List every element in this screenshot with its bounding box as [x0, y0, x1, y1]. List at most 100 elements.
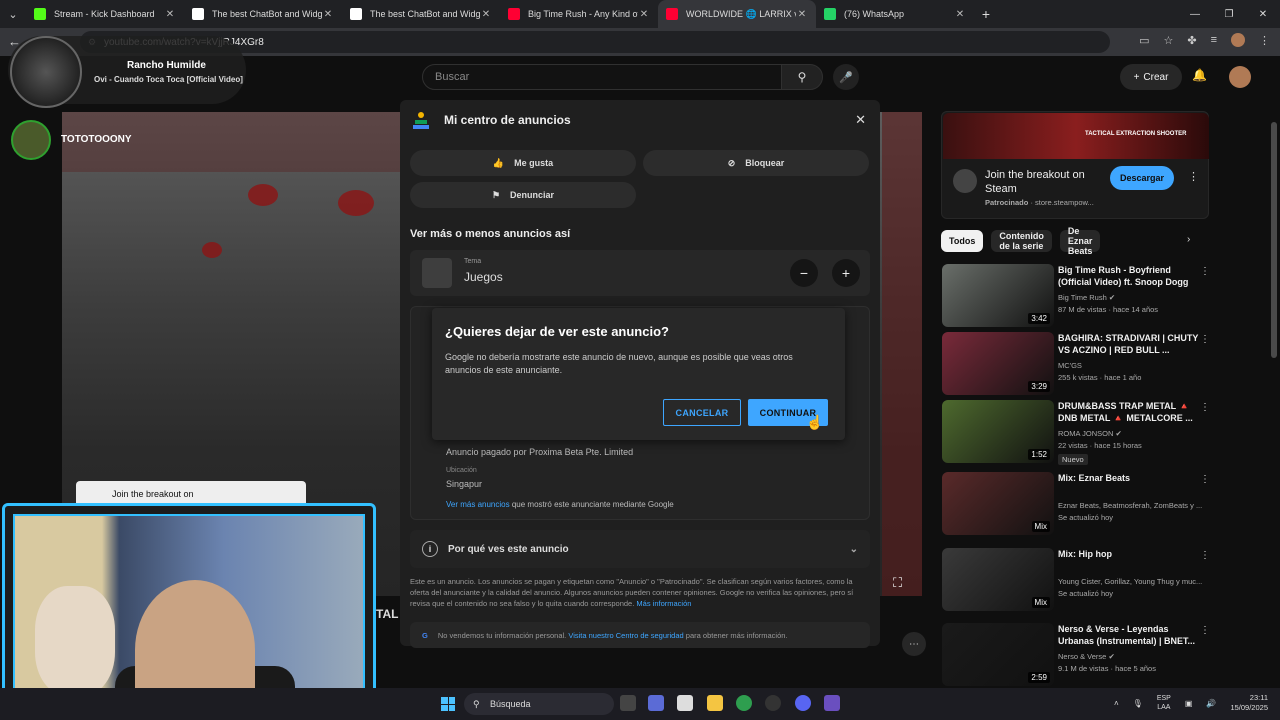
- video-more-button[interactable]: ⋯: [902, 632, 926, 656]
- page-scrollbar[interactable]: [1271, 122, 1277, 358]
- mic-tray-icon[interactable]: 🎙: [1133, 699, 1143, 708]
- recommended-video[interactable]: Mix Mix: Hip hop Young Cister, Gorillaz,…: [941, 548, 1271, 614]
- discord-icon[interactable]: [795, 695, 811, 711]
- fullscreen-icon[interactable]: ⛶: [893, 575, 902, 591]
- language-indicator[interactable]: ESP LAA: [1157, 694, 1171, 712]
- cast-icon[interactable]: ▭: [1139, 34, 1149, 47]
- system-clock[interactable]: 23:11 15/09/2025: [1224, 693, 1268, 713]
- video-frame-detail: [202, 242, 222, 258]
- browser-tab[interactable]: Big Time Rush - Any Kind of Gu✕: [500, 0, 658, 28]
- video-thumbnail[interactable]: 1:52: [942, 400, 1054, 463]
- browser-tab[interactable]: The best ChatBot and Widgets✕: [342, 0, 500, 28]
- browser-tab[interactable]: WORLDWIDE 🌐 LARRIX vs EL✕: [658, 0, 816, 28]
- create-button[interactable]: + Crear: [1120, 64, 1182, 90]
- more-vert-icon[interactable]: ⋮: [1200, 550, 1210, 561]
- block-ad-button[interactable]: ⊘ Bloquear: [643, 150, 869, 176]
- why-this-ad-row[interactable]: i Por qué ves este anuncio ⌄: [410, 530, 870, 568]
- chrome-icon[interactable]: [736, 695, 752, 711]
- copilot-icon[interactable]: [648, 695, 664, 711]
- sponsored-title[interactable]: Join the breakout on Steam: [985, 168, 1105, 196]
- more-vert-icon[interactable]: ⋮: [1200, 625, 1210, 636]
- more-vert-icon[interactable]: ⋮: [1200, 334, 1210, 345]
- recommended-video[interactable]: 1:52 DRUM&BASS TRAP METAL 🔺 DNB METAL 🔺 …: [941, 400, 1271, 466]
- minus-topic-button[interactable]: −: [790, 259, 818, 287]
- download-button[interactable]: Descargar: [1110, 166, 1174, 190]
- browser-tab[interactable]: Stream - Kick Dashboard ✕: [26, 0, 184, 28]
- minimize-button[interactable]: —: [1178, 0, 1212, 28]
- recommended-video[interactable]: Mix Mix: Eznar Beats Eznar Beats, Beatmo…: [941, 472, 1271, 538]
- more-vert-icon[interactable]: ⋮: [1188, 170, 1199, 183]
- tab-search-button[interactable]: ⌄: [0, 0, 26, 28]
- more-vert-icon[interactable]: ⋮: [1200, 474, 1210, 485]
- video-title[interactable]: DRUM&BASS TRAP METAL 🔺 DNB METAL 🔺 METAL…: [1058, 400, 1203, 424]
- filter-chip[interactable]: Todos: [941, 230, 984, 252]
- channel-name[interactable]: MC'GS: [1058, 361, 1208, 370]
- close-tab-icon[interactable]: ✕: [480, 9, 492, 20]
- more-vert-icon[interactable]: ⋮: [1200, 402, 1210, 413]
- more-info-link[interactable]: Más información: [636, 599, 691, 608]
- search-button[interactable]: ⚲: [781, 64, 823, 90]
- block-ad-label: Bloquear: [745, 158, 785, 168]
- channel-name[interactable]: Young Cister, Gorillaz, Young Thug y muc…: [1058, 577, 1208, 586]
- report-ad-button[interactable]: ⚑ Denunciar: [410, 182, 636, 208]
- like-ad-button[interactable]: 👍 Me gusta: [410, 150, 636, 176]
- filter-chip[interactable]: Contenido de la serie: [991, 230, 1052, 252]
- recommended-video[interactable]: 3:42 Big Time Rush - Boyfriend (Official…: [941, 264, 1271, 330]
- more-ads-link[interactable]: Ver más anuncios: [446, 500, 510, 509]
- recommended-video[interactable]: 3:29 BAGHIRA: STRADIVARI | CHUTY VS ACZI…: [941, 332, 1271, 398]
- close-tab-icon[interactable]: ✕: [796, 9, 808, 20]
- volume-icon[interactable]: 🔊: [1206, 699, 1216, 708]
- close-window-button[interactable]: ✕: [1246, 0, 1280, 28]
- sponsored-banner[interactable]: TACTICAL EXTRACTION SHOOTER: [943, 113, 1209, 159]
- more-vert-icon[interactable]: ⋮: [1200, 266, 1210, 277]
- channel-name[interactable]: Eznar Beats, Beatmosferah, ZomBeats y ..…: [1058, 501, 1208, 510]
- taskbar-search[interactable]: ⚲ Búsqueda: [464, 693, 614, 715]
- video-thumbnail[interactable]: Mix: [942, 472, 1054, 535]
- chevron-right-icon[interactable]: ›: [1187, 234, 1190, 245]
- app-icon[interactable]: [824, 695, 840, 711]
- media-controls-icon[interactable]: ≡: [1211, 34, 1217, 46]
- recommended-video[interactable]: 2:59 Nerso & Verse - Leyendas Urbanas (I…: [941, 623, 1271, 689]
- browser-tab[interactable]: The best ChatBot and Widgets✕: [184, 0, 342, 28]
- chevron-up-icon[interactable]: ˄: [1114, 699, 1119, 708]
- file-explorer-icon[interactable]: [707, 695, 723, 711]
- store-icon[interactable]: [677, 695, 693, 711]
- network-icon[interactable]: ▣: [1185, 699, 1193, 708]
- plus-topic-button[interactable]: +: [832, 259, 860, 287]
- maximize-button[interactable]: ❐: [1212, 0, 1246, 28]
- browser-tab[interactable]: (76) WhatsApp ✕: [816, 0, 974, 28]
- video-title[interactable]: Mix: Eznar Beats: [1058, 472, 1203, 484]
- close-tab-icon[interactable]: ✕: [164, 9, 176, 20]
- bookmark-star-icon[interactable]: ☆: [1163, 34, 1173, 47]
- task-view-icon[interactable]: [620, 695, 636, 711]
- new-tab-button[interactable]: +: [974, 6, 998, 22]
- search-input[interactable]: Buscar: [422, 64, 782, 90]
- notifications-bell-icon[interactable]: 🔔: [1192, 68, 1207, 82]
- video-thumbnail[interactable]: Mix: [942, 548, 1054, 611]
- profile-avatar[interactable]: [1231, 33, 1245, 47]
- channel-name[interactable]: Nerso & Verse ✔: [1058, 652, 1208, 661]
- browser-menu-icon[interactable]: ⋮: [1259, 34, 1270, 47]
- close-icon[interactable]: ✕: [855, 112, 866, 128]
- close-tab-icon[interactable]: ✕: [638, 9, 650, 20]
- cancel-button[interactable]: CANCELAR: [663, 399, 741, 426]
- channel-name[interactable]: ROMA JONSON ✔: [1058, 429, 1208, 438]
- video-thumbnail[interactable]: 3:29: [942, 332, 1054, 395]
- video-thumbnail[interactable]: 3:42: [942, 264, 1054, 327]
- account-avatar[interactable]: [1229, 66, 1251, 88]
- video-title[interactable]: BAGHIRA: STRADIVARI | CHUTY VS ACZINO | …: [1058, 332, 1203, 356]
- voice-search-button[interactable]: 🎤: [833, 64, 859, 90]
- safety-center-link[interactable]: Visita nuestro Centro de seguridad: [568, 631, 683, 640]
- filter-chip[interactable]: De Eznar Beats: [1059, 226, 1101, 256]
- video-title[interactable]: Mix: Hip hop: [1058, 548, 1203, 560]
- sponsored-card[interactable]: TACTICAL EXTRACTION SHOOTER Join the bre…: [941, 111, 1209, 219]
- start-button[interactable]: [441, 697, 455, 711]
- close-tab-icon[interactable]: ✕: [954, 9, 966, 20]
- video-title[interactable]: Big Time Rush - Boyfriend (Official Vide…: [1058, 264, 1203, 288]
- close-tab-icon[interactable]: ✕: [322, 9, 334, 20]
- obs-icon[interactable]: [765, 695, 781, 711]
- video-title[interactable]: Nerso & Verse - Leyendas Urbanas (Instru…: [1058, 623, 1203, 647]
- extensions-icon[interactable]: ✤: [1187, 34, 1196, 47]
- video-thumbnail[interactable]: 2:59: [942, 623, 1054, 686]
- channel-name[interactable]: Big Time Rush ✔: [1058, 293, 1208, 302]
